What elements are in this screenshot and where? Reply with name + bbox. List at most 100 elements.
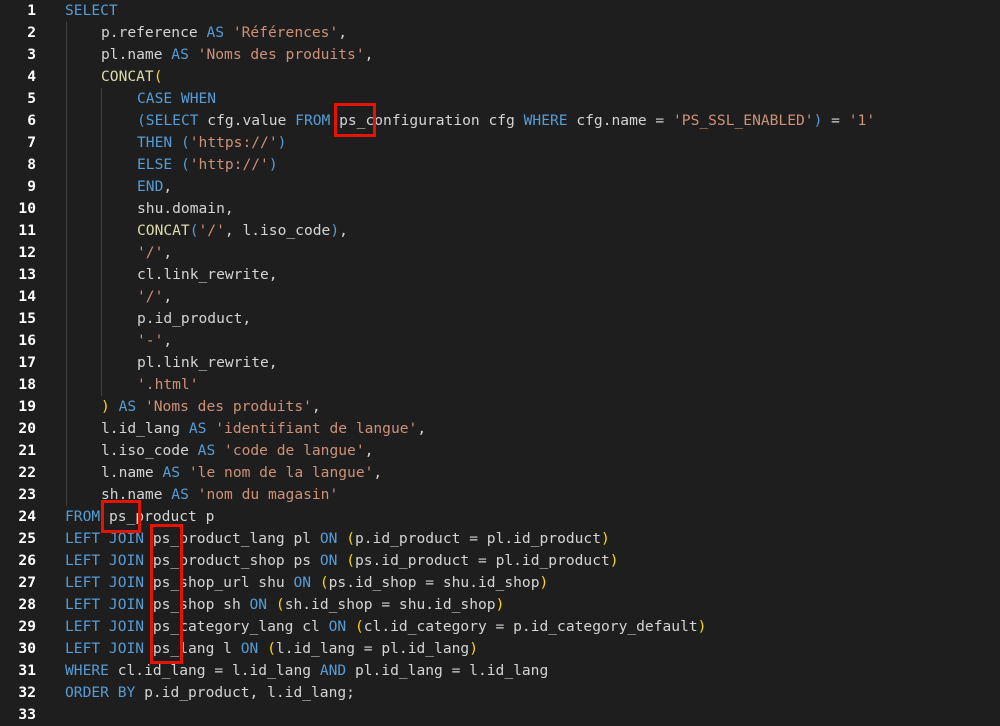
code-token: 'http://' [189, 156, 269, 173]
indent-guide [66, 22, 67, 506]
line-number: 4 [27, 68, 36, 85]
code-line[interactable]: 32 ORDER BY p.id_product, l.id_lang; [0, 682, 1000, 704]
code-line[interactable]: 5 CASE WHEN [0, 88, 1000, 110]
code-token: LEFT JOIN [65, 596, 145, 613]
code-token: ( [346, 530, 355, 547]
code-token: 'https://' [189, 134, 278, 151]
code-line[interactable]: 11 CONCAT('/', l.iso_code), [0, 220, 1000, 242]
code-line[interactable]: 33 [0, 704, 1000, 726]
code-token: ON [319, 552, 338, 569]
code-line[interactable]: 20 l.id_lang AS 'identifiant de langue', [0, 418, 1000, 440]
code-text: CASE WHEN [137, 88, 216, 110]
code-line[interactable]: 21 l.iso_code AS 'code de langue', [0, 440, 1000, 462]
line-number: 7 [27, 134, 36, 151]
line-number: 6 [27, 112, 36, 129]
code-token: '/' [198, 222, 225, 239]
code-token: 'Noms des produits' [197, 46, 365, 63]
code-line[interactable]: 8 ELSE ('http://') [0, 154, 1000, 176]
highlight-box-ps-joins [150, 524, 183, 664]
code-line[interactable]: 22 l.name AS 'le nom de la langue', [0, 462, 1000, 484]
code-token: ) [697, 618, 707, 635]
line-number: 16 [18, 332, 36, 349]
code-token: ps.id_product = pl.id_product [354, 552, 610, 569]
code-token: FROM [65, 508, 101, 525]
code-token: 'PS_SSL_ENABLED' [673, 112, 814, 129]
code-line[interactable]: 12 '/', [0, 242, 1000, 264]
code-line[interactable]: 19 ) AS 'Noms des produits', [0, 396, 1000, 418]
code-token: p.id_product, [137, 310, 252, 327]
code-line[interactable]: 2 p.reference AS 'Références', [0, 22, 1000, 44]
code-line[interactable]: 9 END, [0, 176, 1000, 198]
code-token: ELSE [137, 156, 173, 173]
code-token: ( [267, 640, 276, 657]
code-line[interactable]: 10 shu.domain, [0, 198, 1000, 220]
code-line[interactable]: 7 THEN ('https://') [0, 132, 1000, 154]
line-number: 29 [18, 618, 36, 635]
code-token: '/' [137, 288, 164, 305]
code-editor[interactable]: 1 SELECT 2 p.reference AS 'Références', 3 pl.… [0, 0, 1000, 723]
code-token: ON [240, 640, 259, 657]
code-line[interactable]: 6 (SELECT cfg.value FROM ps_configuration… [0, 110, 1000, 132]
code-token: cl.id_lang = l.id_lang [108, 662, 320, 679]
line-number: 27 [18, 574, 36, 591]
code-token: AS [197, 442, 216, 459]
code-text: l.id_lang AS 'identifiant de langue', [101, 418, 426, 440]
code-token: p.id_product, l.id_lang; [135, 684, 355, 701]
code-token: , [417, 420, 427, 437]
code-text: '.html' [137, 374, 199, 396]
code-token: AS [206, 24, 225, 41]
code-token: ) [539, 574, 549, 591]
code-text: (SELECT cfg.value FROM ps_configuration … [137, 110, 875, 132]
code-line[interactable]: 13 cl.link_rewrite, [0, 264, 1000, 286]
code-text: SELECT [65, 0, 118, 22]
code-token: 'code de langue' [224, 442, 365, 459]
code-token: , [339, 222, 348, 239]
line-number: 30 [18, 640, 36, 657]
code-token: '-' [137, 332, 164, 349]
line-number: 10 [18, 200, 36, 217]
code-token: , [311, 398, 321, 415]
code-token: l.id_lang = pl.id_lang [275, 640, 470, 657]
code-line[interactable]: 17 pl.link_rewrite, [0, 352, 1000, 374]
line-number: 32 [18, 684, 36, 701]
code-token: l.iso_code [101, 442, 198, 459]
code-line[interactable]: 18 '.html' [0, 374, 1000, 396]
code-token: 'Références' [232, 24, 339, 41]
code-line[interactable]: 16 '-', [0, 330, 1000, 352]
code-line[interactable]: 3 pl.name AS 'Noms des produits', [0, 44, 1000, 66]
line-number: 26 [18, 552, 36, 569]
code-text: LEFT JOIN ps_shop sh ON (sh.id_shop = sh… [65, 594, 504, 616]
code-text: LEFT JOIN ps_product_shop ps ON (ps.id_p… [65, 550, 619, 572]
code-line[interactable]: 14 '/', [0, 286, 1000, 308]
code-line[interactable]: 23 sh.name AS 'nom du magasin' [0, 484, 1000, 506]
code-text: l.name AS 'le nom de la langue', [101, 462, 382, 484]
code-token: 'nom du magasin' [197, 486, 339, 503]
code-token: , [338, 24, 348, 41]
line-number: 2 [27, 24, 36, 41]
code-token: ( [275, 596, 285, 613]
code-token: = [822, 112, 849, 129]
code-line[interactable]: 15 p.id_product, [0, 308, 1000, 330]
code-token: AS [171, 486, 189, 503]
line-number: 19 [18, 398, 36, 415]
code-token: WHERE [523, 112, 568, 129]
code-token: ( [153, 68, 163, 85]
line-number: 13 [18, 266, 36, 283]
code-text: ) AS 'Noms des produits', [101, 396, 321, 418]
code-line[interactable]: 1 SELECT [0, 0, 1000, 22]
line-number: 5 [27, 90, 36, 107]
code-token: ON [319, 530, 338, 547]
code-token: , [373, 464, 383, 481]
code-line[interactable]: 4 CONCAT( [0, 66, 1000, 88]
line-number: 25 [18, 530, 36, 547]
code-token: CONCAT [137, 222, 190, 239]
code-token: ) [277, 134, 287, 151]
code-token: cfg.value [198, 112, 296, 129]
code-token: ( [180, 156, 190, 173]
code-text: CONCAT( [101, 66, 163, 88]
